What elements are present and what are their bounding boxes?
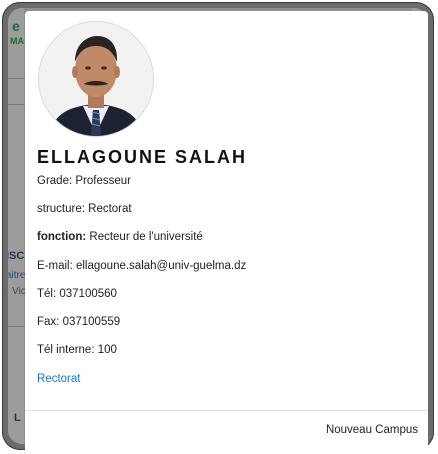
- email-row: E-mail: ellagoune.salah@univ-guelma.dz: [37, 260, 246, 272]
- nouveau-campus-button[interactable]: Nouveau Campus: [326, 424, 418, 436]
- fax-row: Fax: 037100559: [37, 316, 120, 328]
- footer-divider: [25, 410, 428, 411]
- profile-photo: [39, 22, 153, 136]
- fonction-label: fonction:: [37, 231, 87, 243]
- fax-value: 037100559: [62, 316, 121, 328]
- tel-interne-value: 100: [97, 344, 117, 356]
- background-left-column: [8, 8, 24, 444]
- background-text-fragment: L: [14, 412, 21, 424]
- background-logo-text-fragment: MA: [10, 36, 24, 46]
- tel-value: 037100560: [59, 288, 117, 300]
- profile-modal: ELLAGOUNE SALAH Grade: Professeur struct…: [25, 11, 428, 451]
- tel-interne-row: Tél interne: 100: [37, 344, 117, 356]
- background-text-fragment: Vic: [12, 286, 26, 297]
- background-text-fragment: aitre: [8, 270, 26, 281]
- structure-row: structure: Rectorat: [37, 203, 132, 215]
- email-value: ellagoune.salah@univ-guelma.dz: [75, 260, 247, 272]
- structure-label: structure:: [37, 203, 85, 215]
- tel-interne-label: Tél interne:: [37, 344, 95, 356]
- fonction-value: Recteur de l'université: [89, 231, 203, 243]
- avatar: [38, 21, 154, 137]
- structure-value: Rectorat: [88, 203, 132, 215]
- background-text-fragment: ISC: [8, 250, 25, 262]
- background-logo-fragment: e: [12, 18, 20, 34]
- fax-label: Fax:: [37, 316, 60, 328]
- profile-name: ELLAGOUNE SALAH: [37, 147, 247, 167]
- tel-row: Tél: 037100560: [37, 288, 117, 300]
- structure-link[interactable]: Rectorat: [37, 373, 80, 385]
- fonction-row: fonction: Recteur de l'université: [37, 231, 203, 243]
- email-label: E-mail:: [37, 260, 73, 272]
- grade-label: Grade:: [37, 175, 73, 187]
- tel-label: Tél:: [37, 288, 57, 300]
- grade-value: Professeur: [75, 175, 131, 187]
- grade-row: Grade: Professeur: [37, 175, 131, 187]
